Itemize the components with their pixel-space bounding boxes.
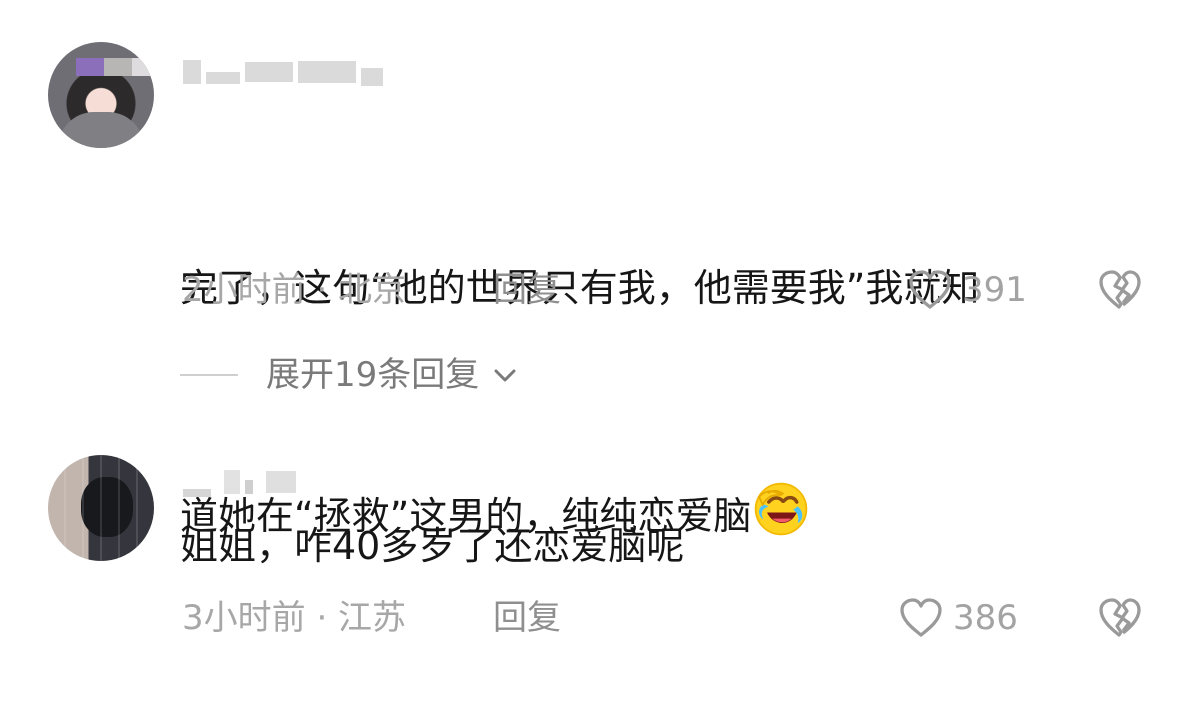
- like-button-1[interactable]: 391: [906, 268, 1027, 312]
- comment-meta-1: 2小时前 · 北京: [182, 270, 407, 310]
- heart-icon: [900, 598, 942, 637]
- blurred-name-segment: [361, 68, 383, 86]
- expand-replies-button[interactable]: 展开19条回复: [180, 353, 519, 397]
- blurred-name-segment: [224, 470, 240, 494]
- like-count: 386: [953, 598, 1018, 638]
- reply-button-1[interactable]: 回复: [493, 268, 561, 312]
- like-button-2[interactable]: 386: [897, 596, 1018, 640]
- user-avatar-2[interactable]: [48, 455, 154, 561]
- heart-icon: [909, 270, 951, 309]
- broken-heart-icon[interactable]: [1096, 268, 1144, 312]
- user-avatar-1[interactable]: [48, 42, 154, 148]
- chevron-down-icon: [494, 369, 516, 382]
- blurred-username-2[interactable]: [183, 466, 296, 498]
- comment-meta-2: 3小时前 · 江苏: [182, 598, 407, 638]
- laughing-crying-emoji: [755, 482, 808, 536]
- blurred-name-segment: [266, 471, 296, 493]
- blurred-name-segment: [206, 72, 240, 84]
- blurred-name-segment: [183, 489, 211, 497]
- like-count: 391: [962, 270, 1027, 310]
- comment-text-2: 姐姐，咋40多岁了还恋爱脑呢: [180, 524, 685, 568]
- blurred-name-segment: [298, 61, 356, 83]
- blurred-name-segment: [245, 480, 253, 494]
- blurred-name-segment: [183, 60, 201, 84]
- reply-button-2[interactable]: 回复: [493, 596, 561, 640]
- broken-heart-icon[interactable]: [1096, 596, 1144, 640]
- blurred-username-1[interactable]: [183, 56, 383, 88]
- expand-replies-label: 展开19条回复: [266, 355, 480, 395]
- divider-line: [180, 374, 238, 376]
- blurred-name-segment: [245, 62, 293, 82]
